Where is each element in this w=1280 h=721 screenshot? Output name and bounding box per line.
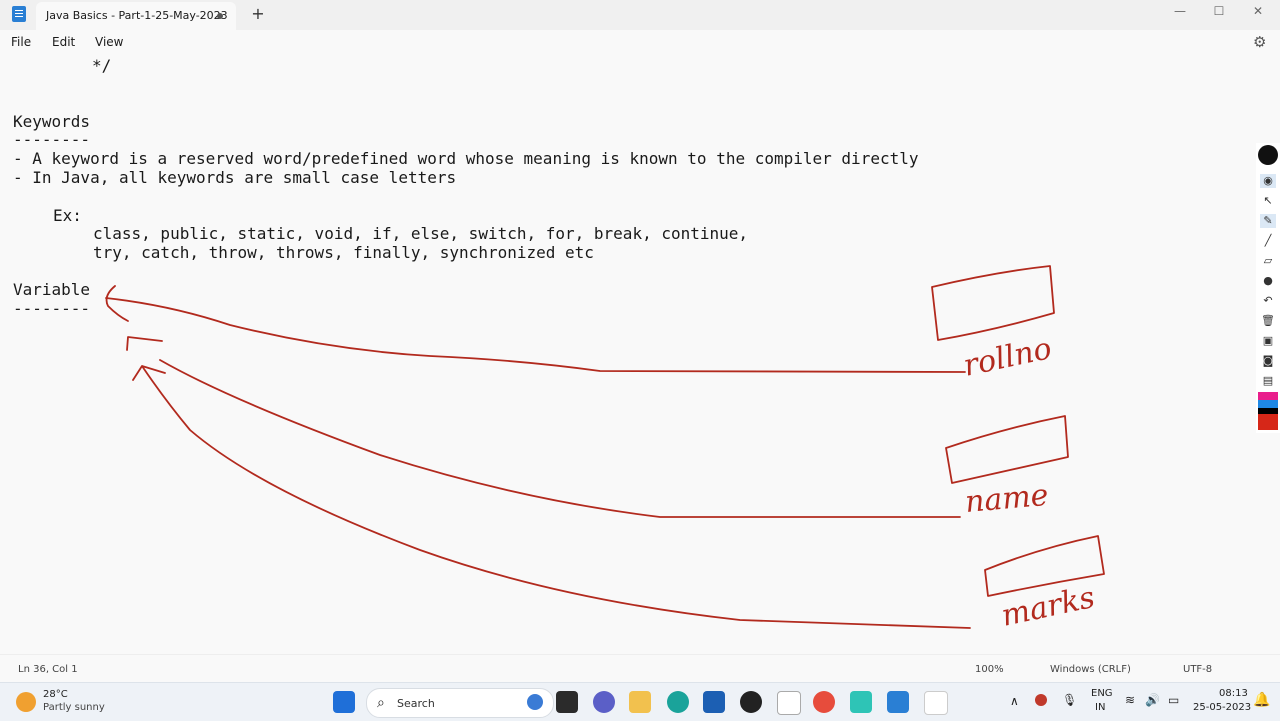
clock-date[interactable]: 25-05-2023 [1193,702,1251,713]
weather-temperature[interactable]: 28°C [43,689,68,700]
color-swatch-pink[interactable] [1258,392,1278,400]
google-icon[interactable] [924,691,948,715]
ink-label-marks: marks [998,580,1097,634]
ink-label-name: name [964,478,1050,520]
search-label: Search [397,697,435,710]
wifi-icon[interactable]: ≋ [1125,693,1135,707]
eraser-icon[interactable]: ▱ [1260,254,1276,268]
search-icon: ⌕ [377,695,385,711]
ink-bracket [105,285,129,322]
language-region[interactable]: IN [1095,702,1105,713]
taskbar-search[interactable]: ⌕ Search [366,688,554,718]
security-tray-icon[interactable] [1035,694,1047,706]
eye-icon[interactable]: ◉ [1260,174,1276,188]
zoom-level[interactable]: 100% [975,664,1004,675]
edge-browser-icon[interactable] [667,691,689,713]
microphone-icon[interactable]: 🎙 [1062,693,1077,707]
ink-annotations: rollno name marks [105,265,1105,634]
clock-time[interactable]: 08:13 [1219,688,1248,699]
line-ending[interactable]: Windows (CRLF) [1050,664,1131,675]
file-explorer-icon[interactable] [629,691,651,713]
ink-box-name [945,415,1069,484]
dell-icon[interactable] [740,691,762,713]
cursor-position: Ln 36, Col 1 [18,664,78,675]
weather-sun-icon[interactable] [16,692,36,712]
color-swatch-red[interactable] [1258,414,1278,430]
undo-icon[interactable]: ↶ [1260,294,1276,308]
color-swatch-blue[interactable] [1258,400,1278,408]
volume-icon[interactable]: 🔊 [1145,693,1160,707]
pen-toolbar: ◉ ↖ ✎ ╱ ▱ ● ↶ 🗑 ▣ ◙ ▤ [1256,143,1280,433]
pen-app-logo-icon[interactable] [1258,145,1278,165]
weather-description[interactable]: Partly sunny [43,702,105,713]
screen-capture-icon[interactable]: ▣ [1260,334,1276,348]
status-bar: Ln 36, Col 1 100% Windows (CRLF) UTF-8 [0,654,1280,683]
pointer-icon[interactable]: ↖ [1260,194,1276,208]
windows-start-icon[interactable] [333,691,355,713]
ink-arrow-marks [132,365,971,629]
dot-icon[interactable]: ● [1260,274,1276,288]
line-icon[interactable]: ╱ [1260,234,1276,248]
ink-arrow-rollno [105,297,966,373]
app-icon-teal[interactable] [850,691,872,713]
battery-icon[interactable]: ▭ [1168,693,1179,707]
taskbar: 28°C Partly sunny ⌕ Search ∧ 🎙 ENG IN ≋ … [0,682,1280,721]
clipboard-icon[interactable]: ▤ [1260,374,1276,388]
ink-label-rollno: rollno [960,331,1054,384]
store-icon[interactable] [703,691,725,713]
trash-icon[interactable]: 🗑 [1260,314,1276,328]
bing-icon[interactable] [527,694,543,710]
notepad-taskbar-icon[interactable] [887,691,909,713]
ink-box-rollno [931,265,1055,341]
chat-icon[interactable] [593,691,615,713]
notification-bell-icon[interactable]: 🔔 [1253,692,1270,708]
encoding[interactable]: UTF-8 [1183,664,1212,675]
tray-overflow-chevron-icon[interactable]: ∧ [1010,694,1019,708]
camera-icon[interactable]: ◙ [1260,354,1276,368]
language-code[interactable]: ENG [1091,688,1113,699]
chrome-icon[interactable] [813,691,835,713]
task-view-icon[interactable] [556,691,578,713]
document-icon[interactable] [777,691,801,715]
pen-icon[interactable]: ✎ [1260,214,1276,228]
